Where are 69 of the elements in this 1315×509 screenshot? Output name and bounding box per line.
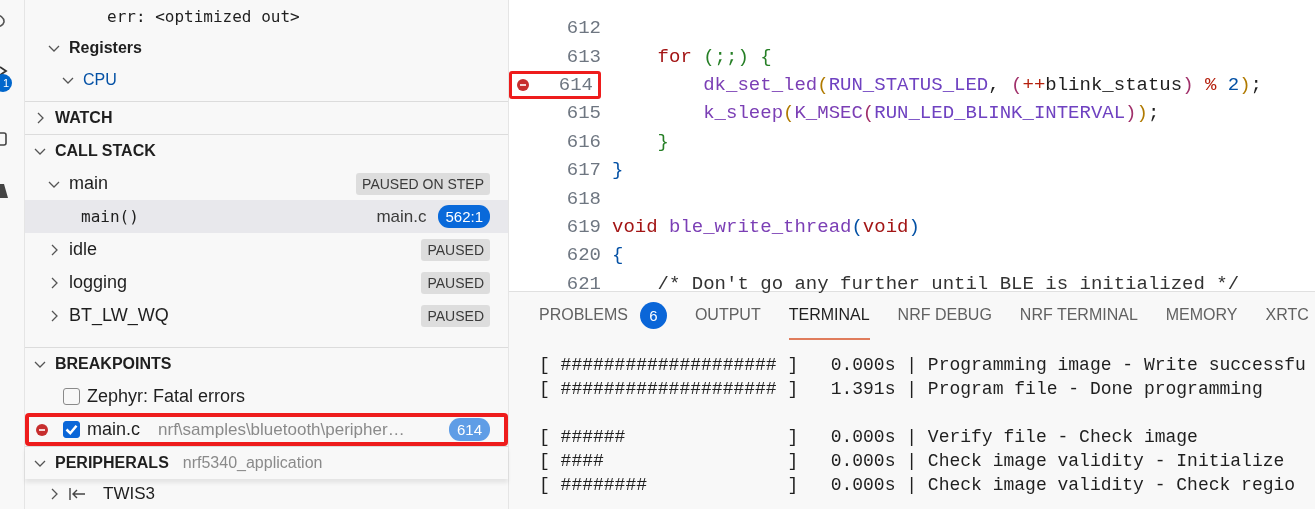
arrow-to-bar-icon (69, 487, 87, 501)
thread-item[interactable]: idle PAUSED (25, 233, 508, 266)
panel-tab[interactable]: MEMORY (1165, 292, 1238, 340)
status-tag: PAUSED (421, 304, 490, 327)
peripheral-name: TWIS3 (103, 484, 155, 504)
code-line: dk_set_led(RUN_STATUS_LED, (++blink_status) % 2); (702, 73, 1262, 96)
peripheral-item[interactable]: TWIS3 (25, 479, 508, 509)
notification-badge: 1 (0, 74, 12, 92)
checkbox[interactable] (63, 421, 80, 438)
section-description: nrf5340_application (182, 454, 323, 472)
section-header[interactable]: PERIPHERALS nrf5340_application (25, 446, 508, 479)
line-number: 616 (566, 130, 601, 153)
line-number: 620 (566, 244, 601, 267)
thread-name: idle (69, 239, 98, 260)
line-number: 615 (566, 102, 601, 125)
thread-item[interactable]: logging PAUSED (25, 266, 508, 299)
thread-item[interactable]: BT_LW_WQ PAUSED (25, 299, 508, 332)
status-tag: PAUSED (421, 271, 490, 294)
breakpoint-icon (36, 423, 48, 436)
file-path: nrf\samples\bluetooth\peripher… (158, 419, 406, 440)
terminal-line: [ ######## ] 0.000s | Check image validity - Check regio (539, 474, 1297, 497)
line-number: 612 (566, 17, 601, 40)
code-line: /* Don't go any further until BLE is initialized */ (656, 272, 1240, 295)
panel-tab[interactable]: XRTC (1265, 292, 1309, 340)
thread-name: BT_LW_WQ (69, 305, 169, 326)
panel-tab[interactable]: OUTPUT (694, 292, 761, 340)
line-number: 614 (558, 73, 593, 96)
terminal-line: [ #################### ] 0.000s | Programming image - Write successfu (539, 354, 1307, 377)
highlight-frame[interactable]: main.c nrf\samples\bluetooth\peripher… 614 (25, 413, 508, 446)
thread-name: logging (69, 272, 128, 293)
scope-label[interactable]: Registers (69, 39, 142, 57)
breakpoint-label: main.c (87, 419, 140, 440)
scope-label[interactable]: CPU (83, 71, 117, 89)
panel-tab[interactable]: NRF DEBUG (897, 292, 992, 340)
thread-item[interactable]: main PAUSED ON STEP (25, 167, 508, 200)
function-name: main() (81, 207, 139, 226)
status-tag: PAUSED ON STEP (356, 172, 490, 195)
terminal-line: [ ###### ] 0.000s | Verify file - Check image (539, 426, 1199, 449)
panel-tab[interactable]: NRF TERMINAL (1019, 292, 1138, 340)
panel-tab[interactable]: TERMINAL (788, 292, 870, 340)
section-title: CALL STACK (55, 142, 156, 160)
line-number: 619 (566, 215, 601, 238)
checkbox[interactable] (63, 388, 80, 405)
line-number: 618 (566, 187, 601, 210)
code-line: for (;;) { (656, 45, 772, 68)
line-number: 621 (566, 272, 601, 295)
code-line: void ble_write_thread(void) (611, 215, 920, 238)
line-number: 613 (566, 45, 601, 68)
stack-frame-row[interactable]: main() main.c 562:1 (25, 200, 508, 233)
position-badge: 562:1 (438, 205, 490, 228)
line-badge: 614 (448, 418, 490, 441)
code-line: k_sleep(K_MSEC(RUN_LED_BLINK_INTERVAL)); (702, 102, 1160, 125)
variable-value: err: <optimized out> (107, 6, 300, 26)
section-title: PERIPHERALS (55, 454, 169, 472)
file-name: main.c (376, 206, 427, 227)
status-tag: PAUSED (421, 238, 490, 261)
code-line: { (611, 244, 624, 267)
breakpoint-item[interactable]: Zephyr: Fatal errors (25, 380, 508, 413)
line-number: 617 (566, 159, 601, 182)
section-title: BREAKPOINTS (55, 355, 172, 373)
code-line: } (656, 130, 669, 153)
thread-name: main (69, 173, 108, 194)
breakpoint-label: Zephyr: Fatal errors (87, 386, 246, 407)
terminal-line: [ #### ] 0.000s | Check image validity - Initialize (539, 450, 1286, 473)
section-title: WATCH (55, 109, 113, 127)
code-line: } (611, 159, 624, 182)
count-badge: 6 (639, 301, 667, 329)
terminal-line: [ #################### ] 1.391s | Program file - Done programming (539, 378, 1264, 401)
panel-tab[interactable]: PROBLEMS 6 (539, 292, 667, 340)
